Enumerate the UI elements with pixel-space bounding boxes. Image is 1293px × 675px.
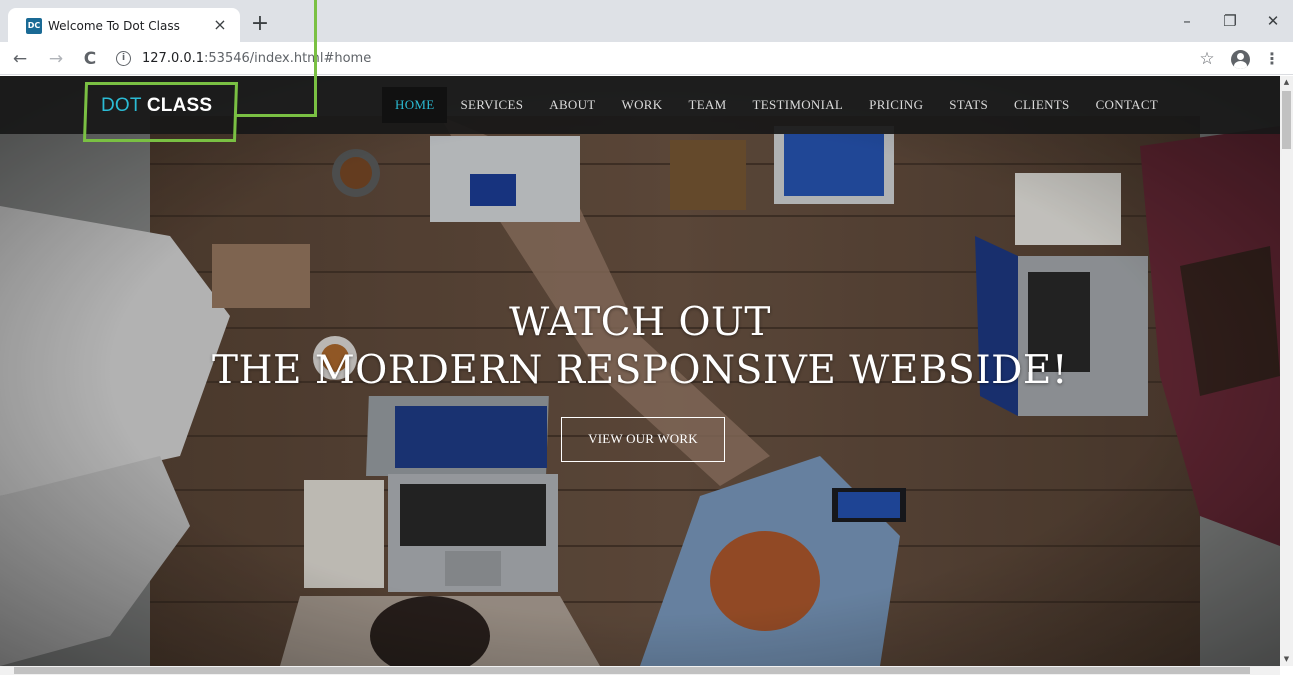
new-tab-button[interactable]: + (248, 12, 272, 36)
reload-button[interactable]: C (78, 47, 102, 71)
vertical-scroll-thumb[interactable] (1282, 91, 1291, 149)
info-icon[interactable]: i (116, 51, 131, 66)
page-viewport: DOT CLASS HOME SERVICES ABOUT WORK TEAM … (0, 76, 1280, 666)
nav-item-about[interactable]: ABOUT (536, 87, 608, 123)
minimize-button[interactable]: – (1175, 11, 1199, 31)
profile-icon[interactable] (1231, 50, 1250, 69)
annotation-highlight-box (82, 82, 239, 142)
browser-tab-strip: DC Welcome To Dot Class × + – ❐ ✕ (0, 0, 1293, 42)
nav-item-stats[interactable]: STATS (936, 87, 1001, 123)
nav-item-testimonial[interactable]: TESTIMONIAL (739, 87, 856, 123)
nav-item-services[interactable]: SERVICES (447, 87, 536, 123)
scroll-up-arrow-icon[interactable]: ▲ (1280, 76, 1293, 89)
vertical-scrollbar[interactable]: ▲ ▼ (1280, 76, 1293, 666)
star-icon[interactable]: ☆ (1195, 47, 1219, 71)
nav-item-clients[interactable]: CLIENTS (1001, 87, 1083, 123)
hero-heading: WATCH OUT THE MORDERN RESPONSIVE WEBSIDE… (0, 299, 1280, 395)
url-path: :53546/index.html#home (204, 51, 372, 66)
nav-item-team[interactable]: TEAM (675, 87, 739, 123)
address-bar[interactable]: i 127.0.0.1:53546/index.html#home (108, 46, 1228, 72)
browser-toolbar: ← → C i 127.0.0.1:53546/index.html#home … (0, 42, 1293, 75)
restore-button[interactable]: ❐ (1218, 11, 1242, 31)
main-nav: HOME SERVICES ABOUT WORK TEAM TESTIMONIA… (382, 87, 1171, 123)
annotation-connector-horizontal (236, 114, 317, 117)
dc-favicon-icon: DC (26, 18, 42, 34)
browser-tab[interactable]: DC Welcome To Dot Class × (8, 8, 240, 42)
nav-item-work[interactable]: WORK (609, 87, 676, 123)
tab-close-icon[interactable]: × (210, 15, 230, 35)
annotation-connector-vertical (314, 0, 317, 117)
window-close-button[interactable]: ✕ (1261, 11, 1285, 31)
horizontal-scrollbar[interactable] (0, 666, 1280, 675)
hero-heading-line1: WATCH OUT (509, 300, 771, 345)
nav-item-contact[interactable]: CONTACT (1083, 87, 1171, 123)
tab-title: Welcome To Dot Class (48, 19, 180, 33)
view-our-work-button[interactable]: VIEW OUR WORK (561, 417, 725, 462)
forward-button[interactable]: → (44, 47, 68, 71)
scroll-down-arrow-icon[interactable]: ▼ (1280, 653, 1293, 666)
nav-item-home[interactable]: HOME (382, 87, 448, 123)
url-text[interactable]: 127.0.0.1:53546/index.html#home (142, 50, 371, 68)
hero-heading-line2: THE MORDERN RESPONSIVE WEBSIDE! (211, 348, 1069, 393)
kebab-menu-icon[interactable]: ⋮ (1262, 47, 1282, 71)
back-button[interactable]: ← (8, 47, 32, 71)
url-host: 127.0.0.1 (142, 51, 205, 66)
nav-item-pricing[interactable]: PRICING (856, 87, 936, 123)
horizontal-scroll-thumb[interactable] (14, 667, 1250, 674)
